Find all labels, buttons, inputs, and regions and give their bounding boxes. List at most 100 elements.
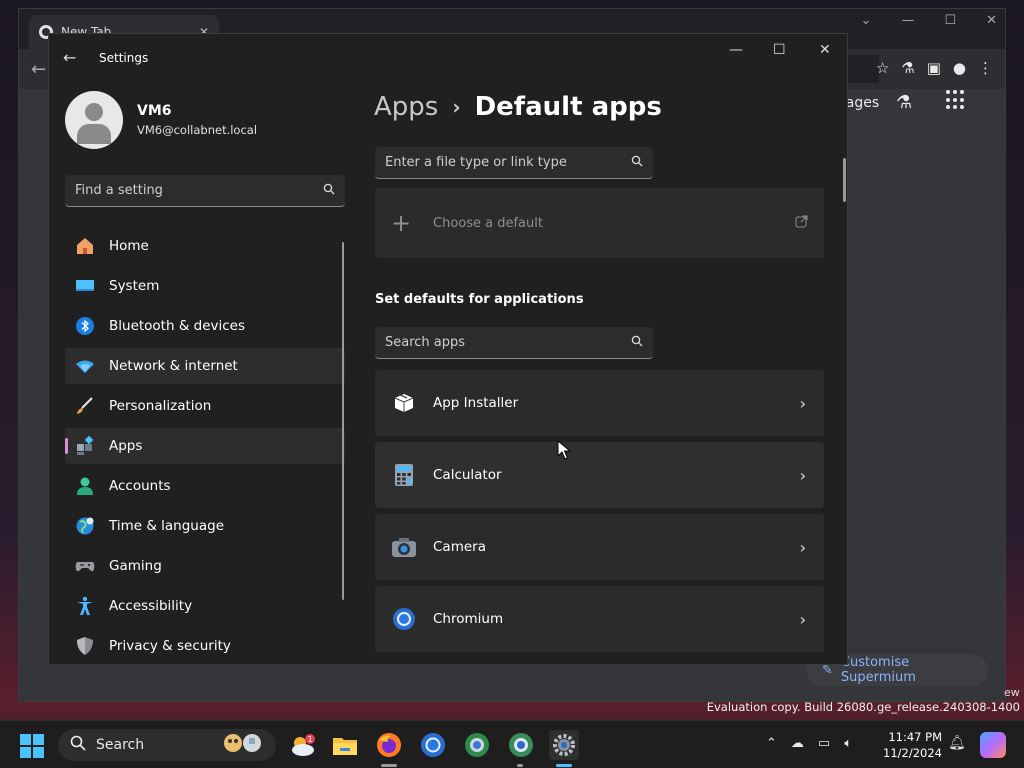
breadcrumb-chevron-icon: › [452,95,461,119]
browser-minimize-icon[interactable]: — [901,13,914,28]
sidebar-item-bluetooth[interactable]: Bluetooth & devices [65,308,345,344]
chevron-right-icon: › [799,537,806,557]
avatar [65,91,123,149]
taskbar-search[interactable]: Search [58,729,276,761]
bookmark-star-icon[interactable]: ☆ [876,59,889,77]
copilot-icon[interactable] [980,732,1006,758]
minimize-icon[interactable]: — [729,42,743,58]
network-icon [75,356,95,376]
sidebar-item-label: Time & language [109,518,225,534]
taskbar: Search 1 ⌃ ☁ ▭ 🔈︎ 11:47 PM 11/2/2024 🔔︎ [0,720,1024,768]
app-row-camera[interactable]: Camera › [375,514,824,580]
browser-menu-icon[interactable]: ⋮ [978,59,993,77]
sidebar-item-gaming[interactable]: Gaming [65,548,345,584]
notification-bell-icon[interactable]: 🔔︎ [948,735,966,751]
find-setting-input[interactable]: Find a setting [65,175,345,207]
app-row-calculator[interactable]: Calculator › [375,442,824,508]
sidebar-item-network[interactable]: Network & internet [65,348,345,384]
shield-icon [75,636,95,656]
profile-icon[interactable]: ● [953,59,966,77]
weather-widget-icon[interactable]: 1 [288,730,318,760]
google-apps-icon[interactable] [946,90,966,110]
sidebar-item-system[interactable]: System [65,268,345,304]
app-row-app-installer[interactable]: App Installer › [375,370,824,436]
choose-default-card[interactable]: + Choose a default [375,188,824,258]
sidebar-item-time-language[interactable]: Time & language [65,508,345,544]
taskbar-search-label: Search [96,737,145,753]
sidebar-item-privacy[interactable]: Privacy & security [65,628,345,664]
back-arrow-icon[interactable]: ← [63,48,76,67]
open-external-icon [795,215,808,232]
sidebar-item-label: Accessibility [109,598,193,614]
window-title: Settings [99,51,149,65]
display-icon[interactable]: ▭ [818,736,830,751]
section-title: Set defaults for applications [375,292,584,307]
search-apps-placeholder: Search apps [385,335,466,350]
mouse-cursor-icon [557,439,572,464]
sidebar-item-label: Accounts [109,478,171,494]
chromium-taskbar-icon[interactable] [418,730,448,760]
calculator-icon [391,462,417,488]
cloud-offline-icon[interactable]: ☁ [791,736,804,751]
breadcrumb-apps[interactable]: Apps [374,92,438,122]
browser-globe-icon[interactable] [462,730,492,760]
labs-flask-icon[interactable]: ⚗ [901,59,914,77]
supermium-icon[interactable] [506,730,536,760]
edge-text: ew [1004,686,1020,699]
sidebar-item-personalization[interactable]: Personalization [65,388,345,424]
sidebar-item-apps[interactable]: Apps [65,428,345,464]
browser-maximize-icon[interactable]: ☐ [944,13,956,28]
choose-default-label: Choose a default [433,215,543,231]
app-row-chromium[interactable]: Chromium › [375,586,824,652]
user-profile[interactable]: VM6 VM6@collabnet.local [65,91,257,149]
package-icon [391,390,417,416]
browser-close-icon[interactable]: ✕ [986,13,997,28]
settings-active-indicator [556,764,572,767]
browser-back-icon[interactable]: ← [31,59,46,80]
chevron-up-icon[interactable]: ⌃ [766,736,777,751]
find-setting-placeholder: Find a setting [75,183,163,198]
accounts-icon [75,476,95,496]
app-name: App Installer [433,395,519,411]
taskbar-clock[interactable]: 11:47 PM 11/2/2024 [880,729,942,761]
file-type-search-input[interactable]: Enter a file type or link type [375,147,653,179]
browser-window-controls: ⌄ — ☐ ✕ [861,13,997,28]
sidebar-item-accounts[interactable]: Accounts [65,468,345,504]
close-icon[interactable]: ✕ [819,42,831,58]
search-apps-input[interactable]: Search apps [375,327,653,359]
maximize-icon[interactable]: ☐ [773,42,786,58]
tab-search-icon[interactable]: ⌄ [861,13,872,28]
gamepad-icon [75,556,95,576]
sidebar-nav: Home System Bluetooth & devices Network … [65,228,345,664]
weather-badge: 1 [307,735,312,744]
evaluation-watermark: Evaluation copy. Build 26080.ge_release.… [706,700,1020,714]
supermium-running-indicator [517,764,523,767]
sidebar-item-label: System [109,278,160,294]
firefox-icon[interactable] [374,730,404,760]
settings-gear-icon[interactable] [549,730,579,760]
system-icon [75,276,95,296]
user-name: VM6 [137,103,172,119]
sidebar-item-home[interactable]: Home [65,228,345,264]
search-icon [323,183,335,198]
app-list: App Installer › Calculator › Camera › Ch… [375,370,824,658]
volume-muted-icon[interactable]: 🔈︎ [844,736,852,751]
search-icon [631,335,643,350]
camera-icon [391,534,417,560]
windows-start-icon[interactable] [20,734,44,758]
sidebar-item-label: Apps [109,438,143,454]
firefox-running-indicator [381,764,397,767]
sidebar-scrollbar[interactable] [342,242,344,600]
customise-label: Customise Supermium [840,655,916,685]
sidebar-item-accessibility[interactable]: Accessibility [65,588,345,624]
content-scrollbar[interactable] [843,158,846,202]
chromium-icon [391,606,417,632]
file-type-placeholder: Enter a file type or link type [385,155,567,170]
app-name: Camera [433,539,486,555]
side-panel-icon[interactable]: ▣ [927,59,941,77]
browser-toolbar-icons: ☆ ⚗ ▣ ● ⋮ [876,59,993,77]
file-explorer-icon[interactable] [330,730,360,760]
labs-flask-icon[interactable]: ⚗ [896,92,912,113]
user-email: VM6@collabnet.local [137,123,258,137]
brush-icon [75,396,95,416]
